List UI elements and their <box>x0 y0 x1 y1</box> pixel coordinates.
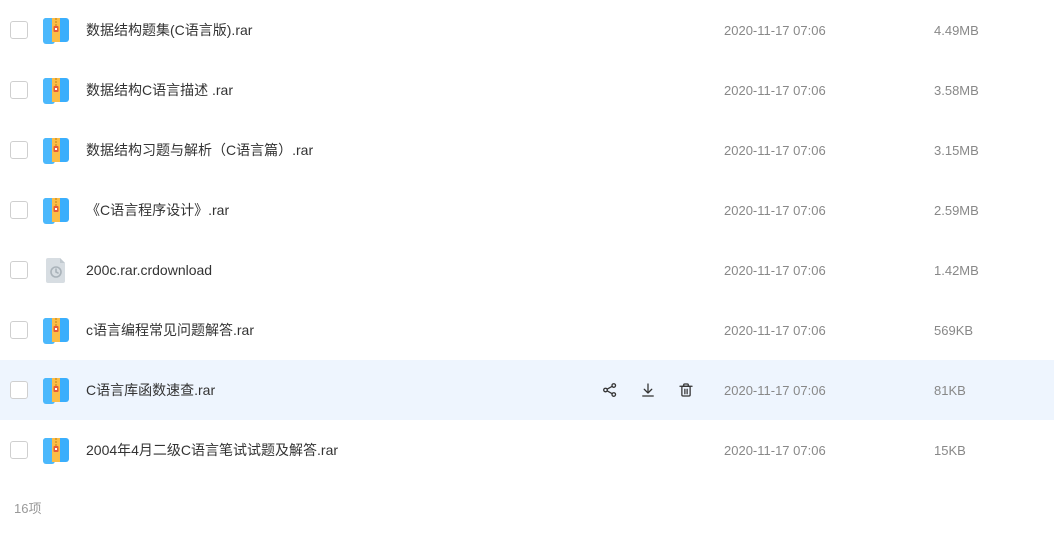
row-actions <box>600 380 696 400</box>
file-row[interactable]: 200c.rar.crdownload 2020-11-17 07:061.42… <box>0 240 1054 300</box>
file-list: 数据结构题集(C语言版).rar 2020-11-17 07:064.49MB … <box>0 0 1054 480</box>
file-name[interactable]: 200c.rar.crdownload <box>86 262 724 278</box>
file-date: 2020-11-17 07:06 <box>724 383 934 398</box>
file-size: 569KB <box>934 323 1044 338</box>
delete-icon[interactable] <box>676 380 696 400</box>
file-name[interactable]: 《C语言程序设计》.rar <box>86 200 724 220</box>
row-checkbox[interactable] <box>10 81 28 99</box>
row-checkbox[interactable] <box>10 261 28 279</box>
file-size: 4.49MB <box>934 23 1044 38</box>
file-size: 81KB <box>934 383 1044 398</box>
footer-count: 16项 <box>0 480 1054 535</box>
row-checkbox[interactable] <box>10 321 28 339</box>
file-date: 2020-11-17 07:06 <box>724 23 934 38</box>
archive-icon <box>42 16 70 44</box>
file-row[interactable]: C语言库函数速查.rar 2020-11-17 07:0681KB <box>0 360 1054 420</box>
file-date: 2020-11-17 07:06 <box>724 443 934 458</box>
share-icon[interactable] <box>600 380 620 400</box>
file-size: 1.42MB <box>934 263 1044 278</box>
file-date: 2020-11-17 07:06 <box>724 143 934 158</box>
archive-icon <box>42 316 70 344</box>
file-generic-icon <box>42 256 70 284</box>
file-row[interactable]: c语言编程常见问题解答.rar 2020-11-17 07:06569KB <box>0 300 1054 360</box>
archive-icon <box>42 376 70 404</box>
row-checkbox[interactable] <box>10 441 28 459</box>
file-row[interactable]: 《C语言程序设计》.rar 2020-11-17 07:062.59MB <box>0 180 1054 240</box>
file-row[interactable]: 2004年4月二级C语言笔试试题及解答.rar 2020-11-17 07:06… <box>0 420 1054 480</box>
archive-icon <box>42 196 70 224</box>
row-checkbox[interactable] <box>10 141 28 159</box>
file-name[interactable]: 数据结构题集(C语言版).rar <box>86 20 724 40</box>
file-size: 15KB <box>934 443 1044 458</box>
file-size: 3.58MB <box>934 83 1044 98</box>
row-checkbox[interactable] <box>10 201 28 219</box>
archive-icon <box>42 136 70 164</box>
file-date: 2020-11-17 07:06 <box>724 83 934 98</box>
file-size: 3.15MB <box>934 143 1044 158</box>
row-checkbox[interactable] <box>10 381 28 399</box>
file-row[interactable]: 数据结构C语言描述 .rar 2020-11-17 07:063.58MB <box>0 60 1054 120</box>
file-name[interactable]: 数据结构C语言描述 .rar <box>86 80 724 100</box>
archive-icon <box>42 76 70 104</box>
archive-icon <box>42 436 70 464</box>
file-row[interactable]: 数据结构习题与解析（C语言篇）.rar 2020-11-17 07:063.15… <box>0 120 1054 180</box>
download-icon[interactable] <box>638 380 658 400</box>
file-date: 2020-11-17 07:06 <box>724 203 934 218</box>
file-date: 2020-11-17 07:06 <box>724 323 934 338</box>
file-row[interactable]: 数据结构题集(C语言版).rar 2020-11-17 07:064.49MB <box>0 0 1054 60</box>
file-name[interactable]: 数据结构习题与解析（C语言篇）.rar <box>86 140 724 160</box>
file-size: 2.59MB <box>934 203 1044 218</box>
row-checkbox[interactable] <box>10 21 28 39</box>
file-name[interactable]: 2004年4月二级C语言笔试试题及解答.rar <box>86 440 724 460</box>
file-date: 2020-11-17 07:06 <box>724 263 934 278</box>
file-name[interactable]: C语言库函数速查.rar <box>86 380 600 400</box>
file-name[interactable]: c语言编程常见问题解答.rar <box>86 320 724 340</box>
